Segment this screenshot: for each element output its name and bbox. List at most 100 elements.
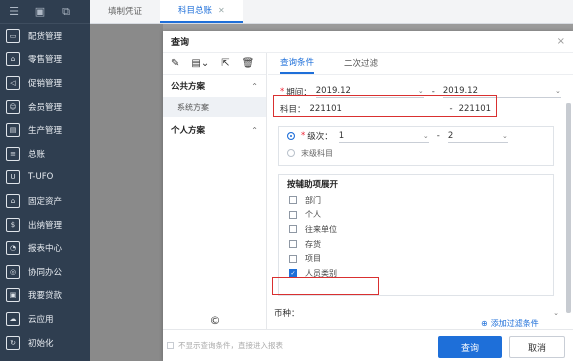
aux-option[interactable]: 个人 [279,208,553,223]
save-icon[interactable]: ▤⌄ [191,58,209,69]
public-scheme-header[interactable]: 公共方案 ⌃ [163,75,266,97]
condition-pane: 查询条件 二次过滤 * 期间： 2019.12 ⌄ - 2019.12 ⌄ 科目： … [268,53,573,329]
scrollbar[interactable] [566,103,571,313]
last-level-radio[interactable] [287,149,295,157]
bank-icon: ⌂ [6,193,20,208]
aux-checkbox[interactable] [289,254,297,263]
chevron-down-icon: ⌄ [422,131,429,140]
ledger-icon: ≡ [6,146,20,161]
sidebar-top: ☰ ▣ ⧉ [0,0,90,24]
last-level-row: 末级科目 [279,145,553,161]
close-tab-icon[interactable]: ✕ [218,6,225,15]
sidebar-item[interactable]: ⌂ 固定资产 [0,189,90,213]
sidebar-item-label: 协同办公 [28,267,63,278]
aux-option-label: 部门 [305,195,321,205]
chevron-down-icon: ⌄ [554,87,561,95]
member-icon: ☺ [6,99,20,114]
sidebar-item-label: 初始化 [28,338,54,349]
add-filter-link[interactable]: ⊕ 添加过滤条件 [481,318,539,329]
cashier-icon: $ [6,217,20,232]
aux-option[interactable]: 往来单位 [279,222,553,237]
level-row: * 级次： 1 ⌄ - 2 ⌄ [279,127,553,145]
collab-icon: ◎ [6,264,20,279]
store-icon: ⌂ [6,52,20,67]
add-circle-icon: ⊕ [481,319,488,328]
sidebar-item[interactable]: ▭ 配货管理 [0,24,90,48]
expand-icon[interactable]: ⧉ [60,5,72,18]
sidebar-item[interactable]: ◔ 报表中心 [0,236,90,260]
sidebar-item[interactable]: ◎ 协同办公 [0,260,90,284]
sidebar-item-label: 总账 [28,149,46,160]
sidebar-item[interactable]: ☺ 会员管理 [0,95,90,119]
sidebar-item[interactable]: ▤ 生产管理 [0,118,90,142]
sidebar-item-label: T-UFO [28,172,54,183]
sidebar-item-label: 配货管理 [28,31,63,42]
ufo-report-icon: U [6,170,20,185]
layout-icon[interactable]: ▣ [34,5,46,18]
close-icon[interactable]: × [557,36,565,47]
aux-checkbox[interactable] [289,225,297,234]
aux-option[interactable]: 部门 [279,193,553,208]
aux-checkbox[interactable] [289,240,297,249]
sidebar-item-label: 零售管理 [28,55,63,66]
scheme-pane: ✎ ▤⌄ ⇱ 🗑 公共方案 ⌃ 系统方案 个人方案 ⌃ © [163,53,267,329]
cancel-button[interactable]: 取消 [509,336,565,358]
aux-option[interactable]: 存货 [279,237,553,252]
query-button[interactable]: 查询 [438,336,502,358]
highlight-box-subject [273,95,497,117]
tab-bar: 填制凭证 科目总账 ✕ [90,0,573,24]
personal-scheme-header[interactable]: 个人方案 ⌃ [163,119,266,141]
tab-query-conditions[interactable]: 查询条件 [280,52,315,74]
dialog-title: 查询 [171,38,190,48]
megaphone-icon: ◁ [6,75,20,90]
aux-checkbox[interactable] [289,210,297,219]
factory-icon: ▤ [6,123,20,138]
aux-option-label: 存货 [305,239,321,249]
level-from-select[interactable]: 1 ⌄ [338,130,429,143]
level-group: * 级次： 1 ⌄ - 2 ⌄ 末级科目 [278,126,554,166]
collapse-icon[interactable]: © [163,314,267,327]
chevron-up-icon: ⌃ [251,125,258,135]
aux-title: 按辅助项展开 [287,180,339,190]
highlight-box-personnel-category [272,277,379,295]
aux-option[interactable]: 项目 [279,251,553,266]
sidebar-item-label: 会员管理 [28,102,63,113]
sidebar: ☰ ▣ ⧉ ▭ 配货管理 ⌂ 零售管理 ◁ 促销管理 ☺ 会员管理 ▤ 生产管理 ≡ 总账 U T-UFO… [0,0,90,361]
box-icon: ▭ [6,28,20,43]
sidebar-item-label: 云应用 [28,314,54,325]
edit-icon[interactable]: ✎ [171,58,179,69]
dialog-header: 查询 × [163,31,573,53]
dialog-footer: 不显示查询条件，直接进入报表 查询 取消 [163,329,573,361]
aux-checkbox[interactable] [289,196,297,205]
sidebar-item[interactable]: ▣ 我要贷款 [0,284,90,308]
report-icon: ◔ [6,241,20,256]
sidebar-item[interactable]: ↻ 初始化 [0,331,90,355]
sidebar-item-label: 固定资产 [28,196,63,207]
delete-icon[interactable]: 🗑 [242,58,255,69]
sidebar-item[interactable]: ≡ 总账 [0,142,90,166]
skip-conditions-checkbox[interactable] [167,342,174,349]
tab-secondary-filter[interactable]: 二次过滤 [344,52,378,74]
skip-conditions-option[interactable]: 不显示查询条件，直接进入报表 [167,340,283,351]
loan-icon: ▣ [6,288,20,303]
sidebar-item[interactable]: $ 出纳管理 [0,213,90,237]
sidebar-item[interactable]: U T-UFO [0,166,90,190]
scheme-toolbar: ✎ ▤⌄ ⇱ 🗑 [163,53,266,75]
system-scheme-item[interactable]: 系统方案 [163,97,266,117]
chevron-down-icon: ⌄ [417,87,424,95]
aux-option-label: 项目 [305,254,321,264]
sidebar-item[interactable]: ◁ 促销管理 [0,71,90,95]
level-to-select[interactable]: 2 ⌄ [447,130,508,143]
level-radio[interactable] [287,132,295,140]
aux-option-label: 往来单位 [305,224,337,234]
chevron-down-icon[interactable]: ⌄ [553,309,559,317]
sidebar-item-label: 促销管理 [28,78,63,89]
tab-voucher-entry[interactable]: 填制凭证 [90,0,160,23]
sidebar-item[interactable]: ☁ 云应用 [0,307,90,331]
menu-icon[interactable]: ☰ [8,5,20,18]
tab-ledger[interactable]: 科目总账 ✕ [160,0,243,23]
query-dialog: 查询 × ✎ ▤⌄ ⇱ 🗑 公共方案 ⌃ 系统方案 个人方案 ⌃ © 查询条件 二次… [163,31,573,361]
sidebar-item[interactable]: ⌂ 零售管理 [0,48,90,72]
sidebar-item-label: 出纳管理 [28,220,63,231]
export-icon[interactable]: ⇱ [221,58,229,69]
